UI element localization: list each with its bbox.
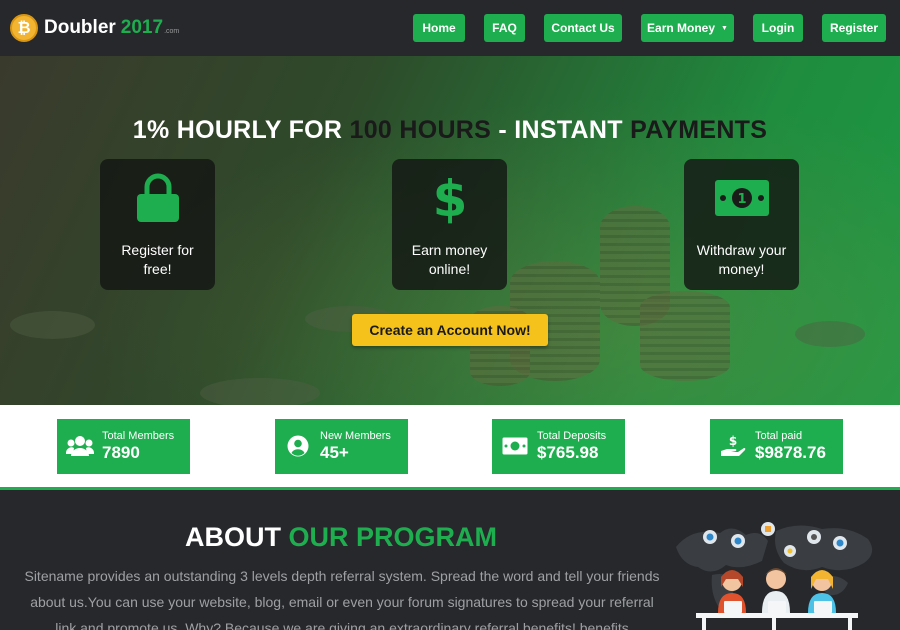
feature-label: Withdraw your money! [696, 242, 787, 277]
hero-section: 1% HOURLY FOR 100 HOURS - INSTANT PAYMEN… [0, 56, 900, 405]
stat-label: Total paid [755, 430, 803, 442]
feature-card-earn: $ Earn money online! [392, 159, 507, 290]
user-circle-icon [284, 433, 312, 459]
logo-year: 2017 [120, 17, 164, 38]
navbar: ₿ Doubler 2017 .com Home FAQ Contact Us … [0, 0, 900, 56]
nav-login-button[interactable]: Login [753, 14, 803, 42]
money-bill-icon [501, 433, 529, 459]
site-logo[interactable]: ₿ Doubler 2017 .com [10, 13, 179, 43]
svg-text:$: $ [729, 434, 737, 448]
about-text: Sitename provides an outstanding 3 level… [24, 568, 660, 630]
feature-label: Earn money online! [411, 242, 488, 277]
hero-title: 1% HOURLY FOR 100 HOURS - INSTANT PAYMEN… [132, 116, 768, 144]
lock-icon [100, 173, 215, 223]
nav-home-button[interactable]: Home [413, 14, 465, 42]
logo-suffix: .com [164, 27, 180, 35]
feature-card-register: Register for free! [100, 159, 215, 290]
caret-down-icon: ▼ [721, 24, 728, 32]
stat-total-members: Total Members 7890 [57, 419, 190, 474]
about-title: ABOUT OUR PROGRAM [185, 522, 497, 552]
users-icon [66, 433, 94, 459]
stat-value: 45+ [320, 443, 349, 462]
hand-dollar-icon: $ [719, 433, 747, 459]
stats-bar: Total Members 7890 New Members 45+ Total… [0, 405, 900, 490]
bitcoin-coin-icon: ₿ [10, 14, 38, 42]
feature-label: Register for free! [121, 242, 194, 277]
stat-new-members: New Members 45+ [275, 419, 408, 474]
stat-value: $9878.76 [755, 443, 826, 462]
stat-label: New Members [320, 430, 391, 442]
stat-value: $765.98 [537, 443, 599, 462]
stat-label: Total Members [102, 430, 175, 442]
create-account-button[interactable]: Create an Account Now! [352, 314, 548, 346]
nav-contact-button[interactable]: Contact Us [544, 14, 622, 42]
coin-image [10, 311, 95, 339]
svg-text:1: 1 [737, 192, 746, 207]
coin-stack-image [640, 291, 730, 381]
earn-money-label: Earn Money [647, 21, 716, 35]
svg-text:$: $ [433, 172, 467, 224]
team-illustration [672, 517, 882, 630]
coin-image [795, 321, 865, 347]
stat-value: 7890 [102, 443, 140, 462]
coin-image [200, 378, 320, 405]
nav-faq-button[interactable]: FAQ [484, 14, 525, 42]
nav-register-button[interactable]: Register [822, 14, 886, 42]
money-bill-icon: 1 [684, 173, 799, 223]
stat-total-deposits: Total Deposits $765.98 [492, 419, 625, 474]
logo-name: Doubler [44, 17, 116, 38]
stat-label: Total Deposits [537, 430, 607, 442]
feature-card-withdraw: 1 Withdraw your money! [684, 159, 799, 290]
about-section: ABOUT OUR PROGRAM Sitename provides an o… [0, 493, 900, 630]
nav-earn-money-dropdown[interactable]: Earn Money ▼ [641, 14, 734, 42]
dollar-icon: $ [392, 172, 507, 224]
stat-total-paid: $ Total paid $9878.76 [710, 419, 843, 474]
